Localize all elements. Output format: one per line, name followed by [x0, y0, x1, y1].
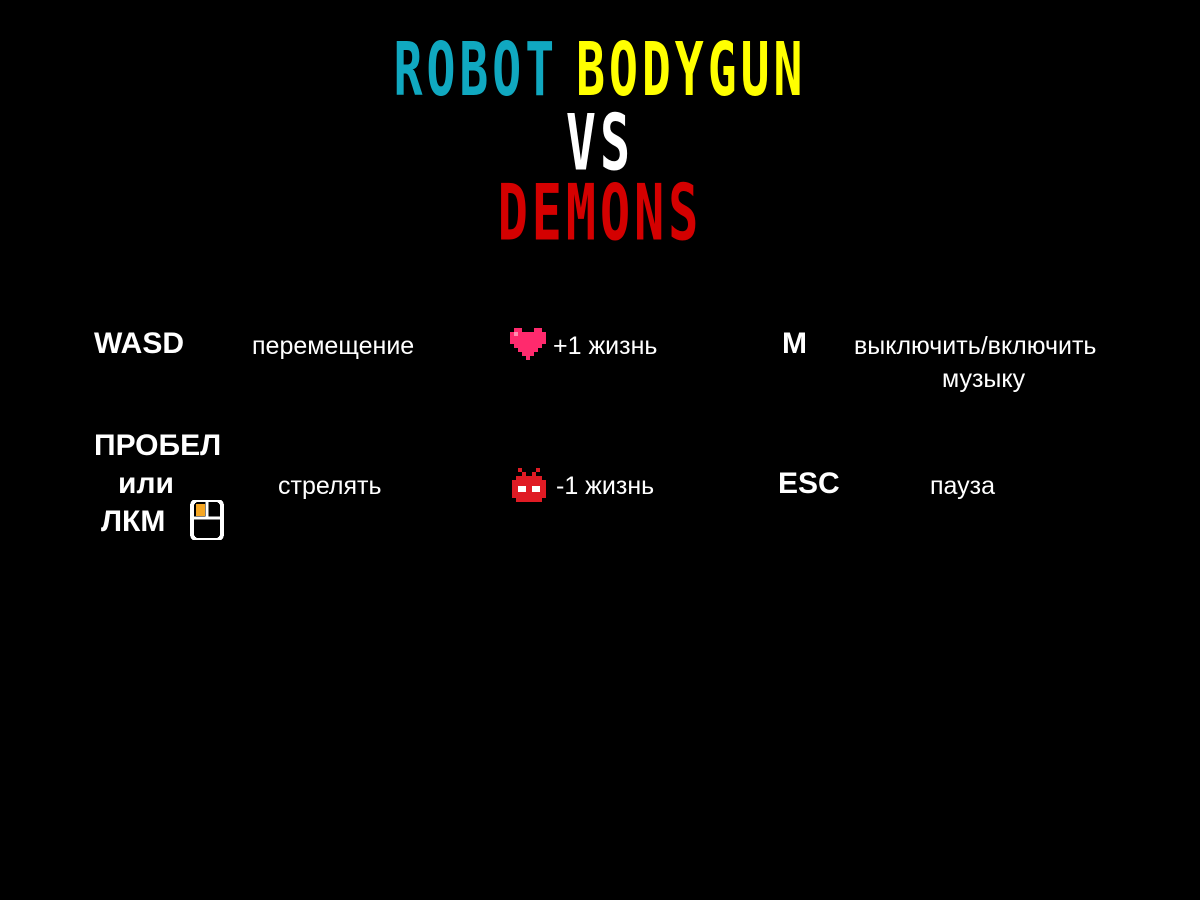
demon-icon — [512, 468, 546, 502]
desc-pause: пауза — [930, 472, 996, 500]
key-wasd: WASD — [94, 327, 184, 360]
title-word-demons: DEMONS — [497, 168, 703, 258]
key-or: или — [118, 467, 174, 500]
mouse-left-click-icon — [190, 500, 224, 540]
game-title-line-1: ROBOT BODYGUN — [0, 27, 1200, 114]
title-word-robot: ROBOT — [393, 26, 559, 114]
key-lmb: ЛКМ — [101, 505, 166, 538]
desc-music-toggle-line2: музыку — [942, 365, 1026, 393]
game-title-line-2: VS — [0, 98, 1200, 188]
heart-icon — [510, 328, 546, 360]
desc-minus-life: -1 жизнь — [556, 472, 655, 500]
desc-movement: перемещение — [252, 332, 415, 360]
desc-plus-life: +1 жизнь — [553, 332, 658, 360]
game-title-line-3: DEMONS — [0, 168, 1200, 258]
key-esc: ESC — [778, 467, 840, 500]
desc-music-toggle-line1: выключить/включить — [854, 332, 1097, 360]
key-space: ПРОБЕЛ — [94, 429, 222, 462]
desc-shoot: стрелять — [278, 472, 382, 500]
key-m: M — [782, 327, 807, 360]
